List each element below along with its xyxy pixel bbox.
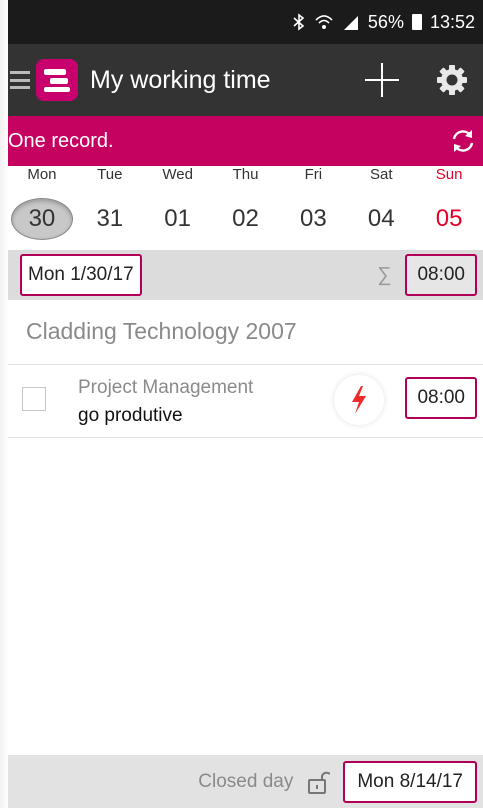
clock: 13:52 bbox=[429, 11, 475, 32]
gear-icon[interactable] bbox=[435, 63, 469, 97]
project-name: Cladding Technology 2007 bbox=[26, 318, 297, 344]
record-count: One record. bbox=[8, 129, 114, 152]
signal-icon bbox=[342, 13, 360, 31]
task-name: Project Management bbox=[78, 377, 254, 398]
weekday-label: Wed bbox=[162, 166, 193, 183]
app-screen: 56% 13:52 My working time One record. Mo… bbox=[0, 0, 483, 808]
weekday-label: Mon bbox=[27, 166, 57, 183]
footer-bar: Closed day Mon 8/14/17 bbox=[8, 755, 483, 808]
wifi-icon bbox=[314, 13, 334, 31]
date-cell[interactable]: 03 bbox=[279, 205, 347, 233]
day-total-time[interactable]: 08:00 bbox=[405, 254, 477, 296]
battery-percent: 56% bbox=[367, 11, 404, 32]
app-bar: My working time bbox=[8, 44, 483, 116]
date-cell[interactable]: 01 bbox=[144, 205, 212, 233]
status-bar: 56% 13:52 bbox=[8, 0, 483, 44]
record-status-bar: One record. bbox=[8, 116, 483, 166]
list-item[interactable]: Project Management go produtive 08:00 bbox=[8, 365, 483, 437]
date-cell[interactable]: 02 bbox=[212, 205, 280, 233]
weekday-label: Tue bbox=[97, 166, 123, 183]
closed-day-label: Closed day bbox=[198, 770, 294, 792]
weekday-label-sunday: Sun bbox=[435, 166, 463, 183]
weekday-label: Thu bbox=[232, 166, 259, 183]
device-edge bbox=[0, 0, 8, 808]
divider bbox=[8, 437, 483, 438]
sum-symbol: ∑ bbox=[377, 263, 392, 286]
date-cell[interactable]: 04 bbox=[347, 205, 415, 233]
date-cell[interactable]: 31 bbox=[76, 205, 144, 233]
weekday-label: Fri bbox=[304, 166, 323, 183]
task-description: go produtive bbox=[78, 405, 183, 426]
lock-icon[interactable] bbox=[307, 768, 331, 796]
refresh-icon[interactable] bbox=[449, 127, 477, 155]
selected-day-button[interactable]: Mon 1/30/17 bbox=[20, 254, 142, 296]
entry-duration[interactable]: 08:00 bbox=[405, 377, 477, 419]
selected-date[interactable]: 30 bbox=[10, 198, 73, 240]
closed-day-date-button[interactable]: Mon 8/14/17 bbox=[343, 760, 477, 803]
weekday-header: Mon Tue Wed Thu Fri Sat Sun bbox=[8, 166, 483, 188]
week-date-strip: 30 31 01 02 03 04 05 bbox=[8, 188, 483, 250]
weekday-label: Sat bbox=[369, 166, 393, 183]
date-cell-sunday[interactable]: 05 bbox=[415, 205, 483, 233]
day-summary-row: Mon 1/30/17 ∑ 08:00 bbox=[8, 250, 483, 300]
date-cell-selected[interactable]: 30 bbox=[8, 198, 76, 240]
lightning-icon[interactable] bbox=[334, 375, 384, 425]
app-title: My working time bbox=[90, 65, 271, 94]
menu-icon[interactable] bbox=[10, 71, 30, 89]
battery-icon bbox=[411, 14, 422, 30]
add-record-button[interactable] bbox=[363, 61, 401, 99]
entry-checkbox[interactable] bbox=[22, 387, 46, 411]
bluetooth-icon bbox=[292, 13, 306, 31]
app-logo bbox=[36, 59, 78, 101]
